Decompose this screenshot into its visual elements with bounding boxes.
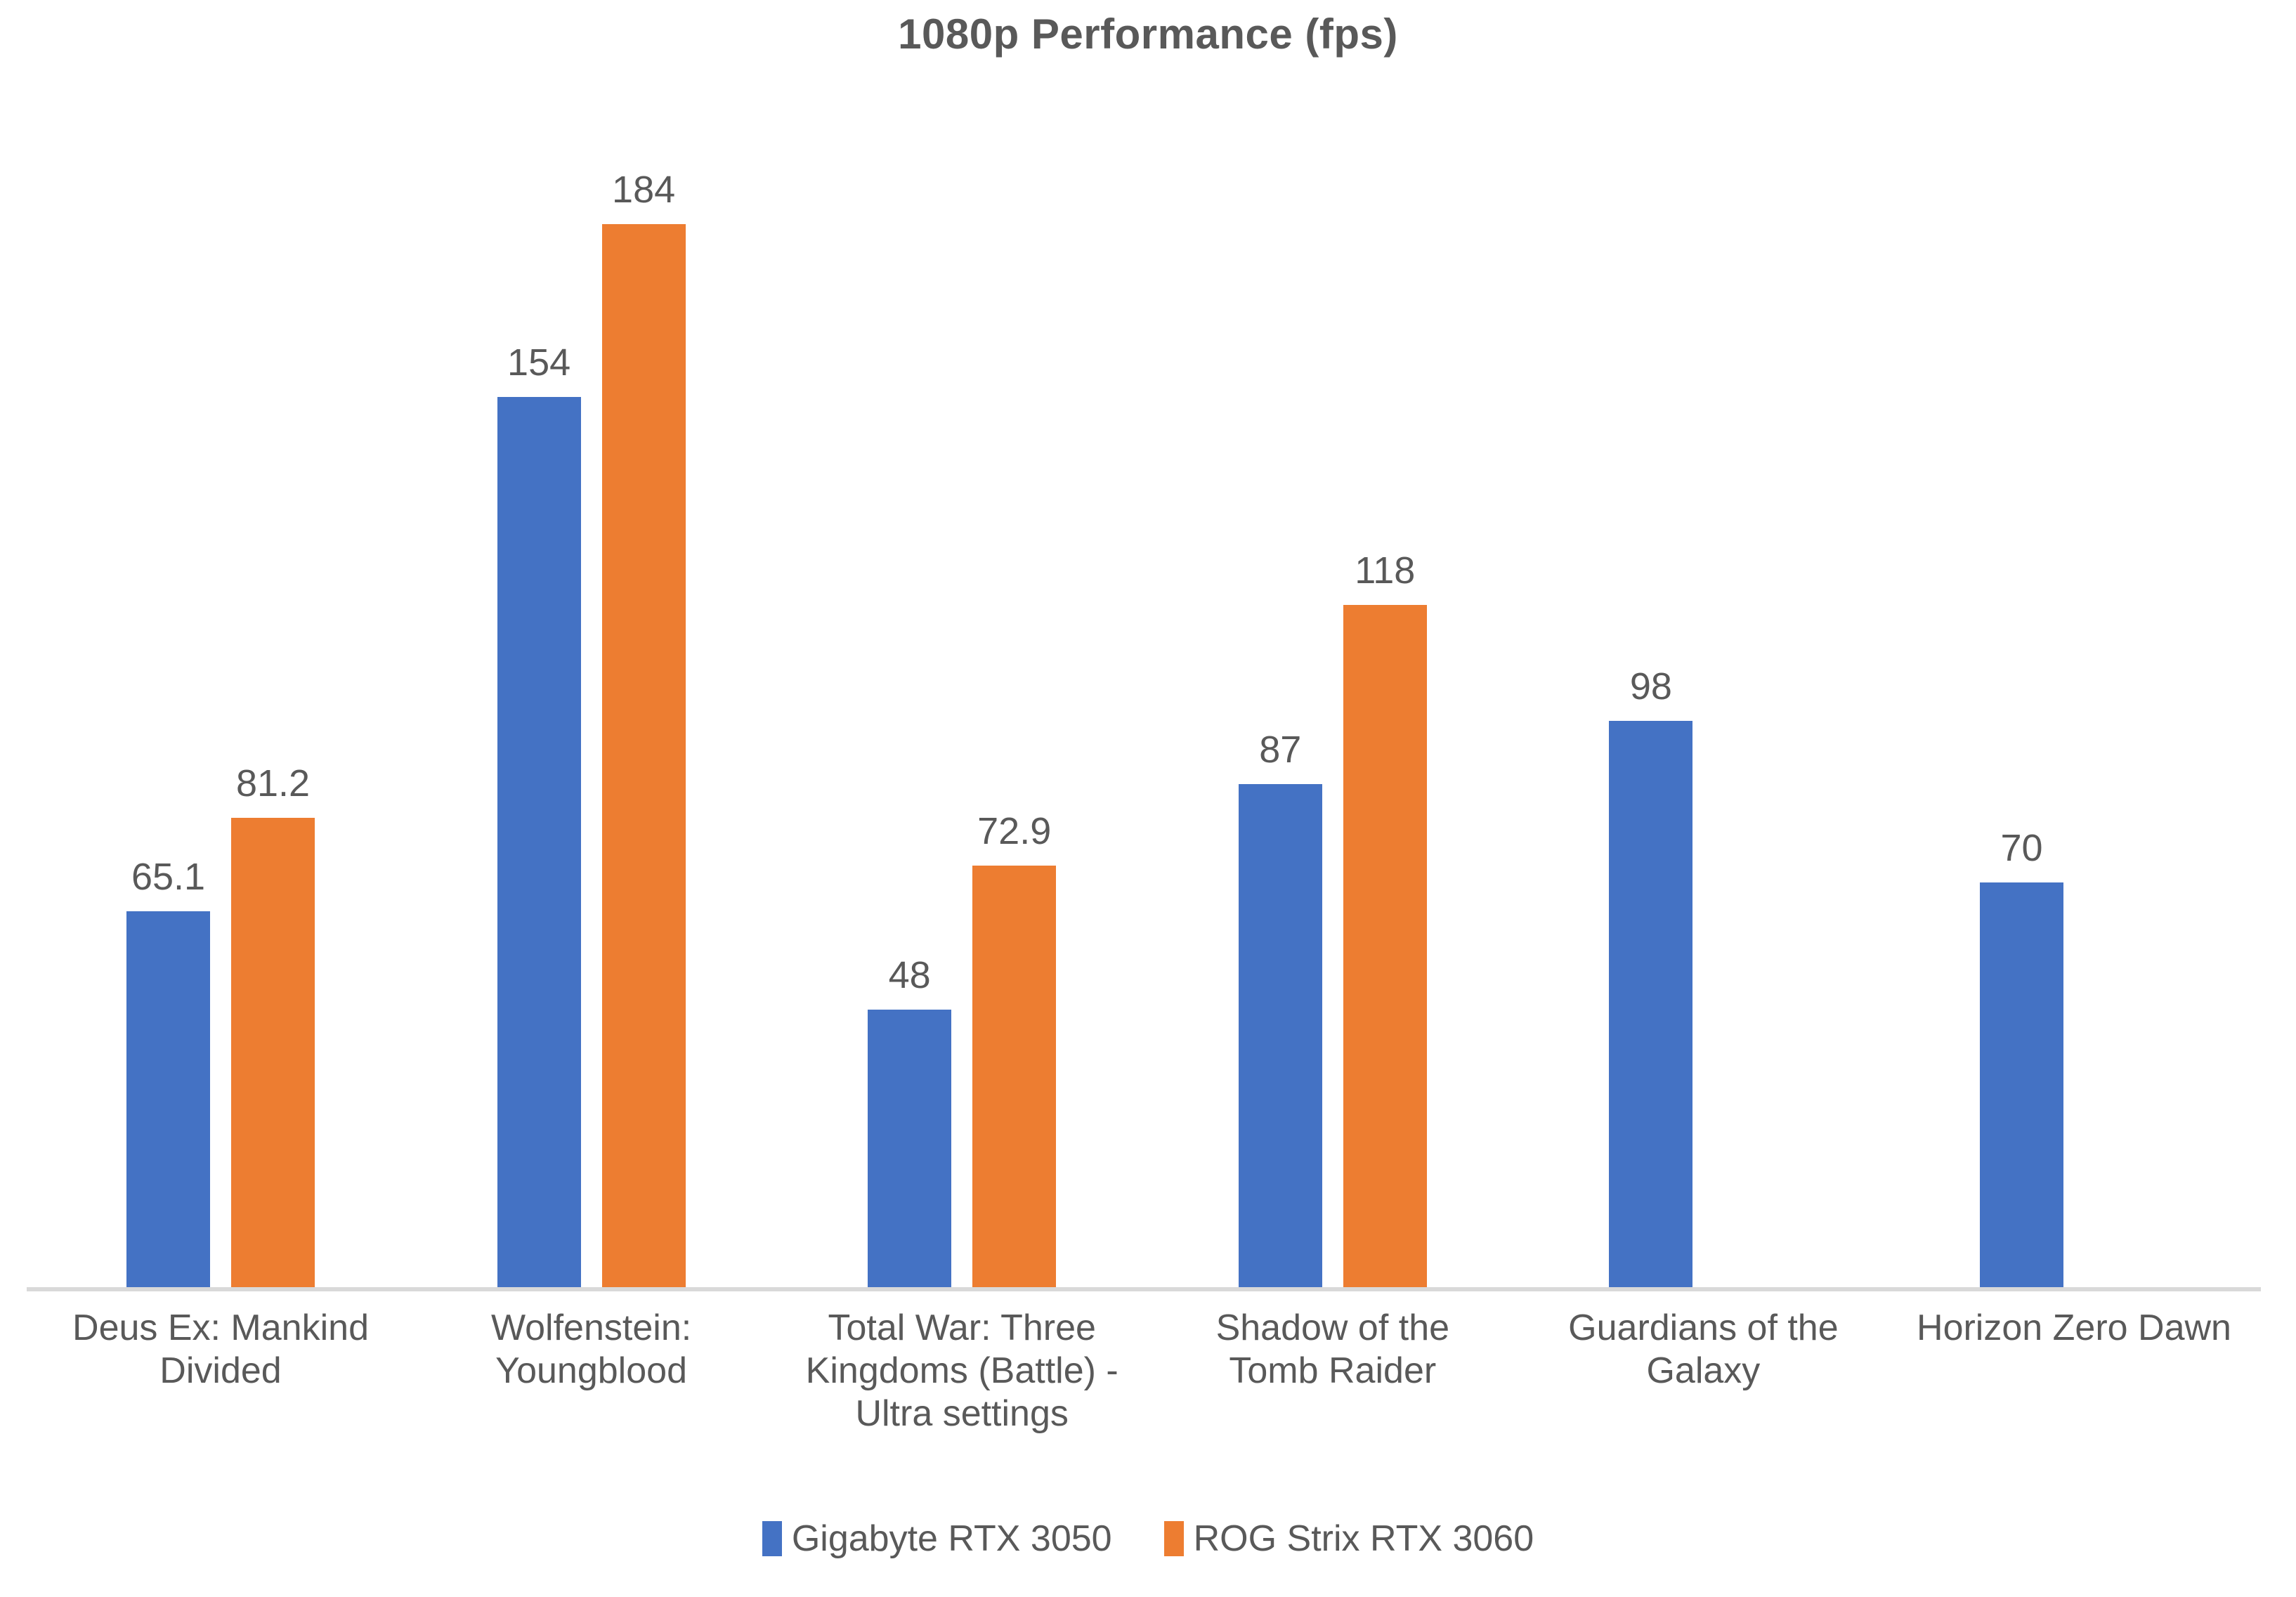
category-label-line: Total War: Three [828,1308,1096,1348]
chart-legend: Gigabyte RTX 3050 ROG Strix RTX 3060 [0,1518,2296,1560]
bar-1-0 [231,818,315,1287]
x-axis-line [27,1287,2261,1291]
category-label-3: Shadow of the Tomb Raider [1147,1307,1519,1393]
bar-value-label: 70 [2000,827,2043,870]
bar-0-4 [1609,720,1693,1287]
bar-1-2 [972,866,1057,1287]
category-label-line: Tomb Raider [1229,1350,1437,1391]
category-label-line: Ultra settings [855,1393,1069,1434]
legend-item-1[interactable]: ROG Strix RTX 3060 [1163,1518,1534,1560]
bar-value-label: 72.9 [977,810,1052,853]
category-label-line: Galaxy [1646,1350,1761,1391]
bar-1-3 [1343,605,1427,1287]
bar-value-label: 118 [1355,549,1416,592]
legend-swatch-icon [1163,1521,1184,1556]
category-label-5: Horizon Zero Dawn [1888,1307,2260,1350]
category-label-line: Youngblood [495,1350,687,1391]
bar-0-3 [1238,784,1322,1287]
category-label-line: Shadow of the [1215,1308,1450,1348]
bar-value-label: 87 [1259,729,1302,771]
category-label-0: Deus Ex: Mankind Divided [34,1307,407,1393]
category-label-1: Wolfenstein: Youngblood [405,1307,778,1393]
bar-value-label: 48 [888,954,931,997]
bar-value-label: 81.2 [235,762,311,805]
legend-item-0[interactable]: Gigabyte RTX 3050 [762,1518,1112,1560]
category-label-line: Wolfenstein: [491,1308,692,1348]
bar-value-label: 154 [507,341,571,384]
legend-label: ROG Strix RTX 3060 [1193,1518,1534,1559]
category-label-line: Horizon Zero Dawn [1917,1308,2231,1348]
plot-area: 65.1 81.2 154 184 48 72.9 87 118 98 70 [0,0,2296,1293]
bar-value-label: 98 [1629,665,1672,708]
category-label-line: Guardians of the [1568,1308,1839,1348]
bar-0-0 [126,911,210,1287]
bar-value-label: 184 [612,168,676,211]
category-label-line: Kingdoms (Battle) - [805,1350,1118,1391]
bar-1-1 [601,223,686,1287]
bar-0-2 [868,1010,952,1287]
category-label-4: Guardians of the Galaxy [1517,1307,1889,1393]
category-label-2: Total War: Three Kingdoms (Battle) - Ultra… [776,1307,1148,1435]
legend-swatch-icon [762,1521,782,1556]
category-label-line: Divided [159,1350,282,1391]
bar-value-label: 65.1 [131,855,206,898]
bar-0-5 [1980,882,2063,1287]
bar-0-1 [497,397,581,1287]
category-label-line: Deus Ex: Mankind [72,1308,369,1348]
category-axis: Deus Ex: Mankind Divided Wolfenstein: Young… [0,1307,2296,1490]
legend-label: Gigabyte RTX 3050 [791,1518,1112,1559]
bar-chart: 1080p Performance (fps) 65.1 81.2 154 184 48… [0,0,2296,1597]
